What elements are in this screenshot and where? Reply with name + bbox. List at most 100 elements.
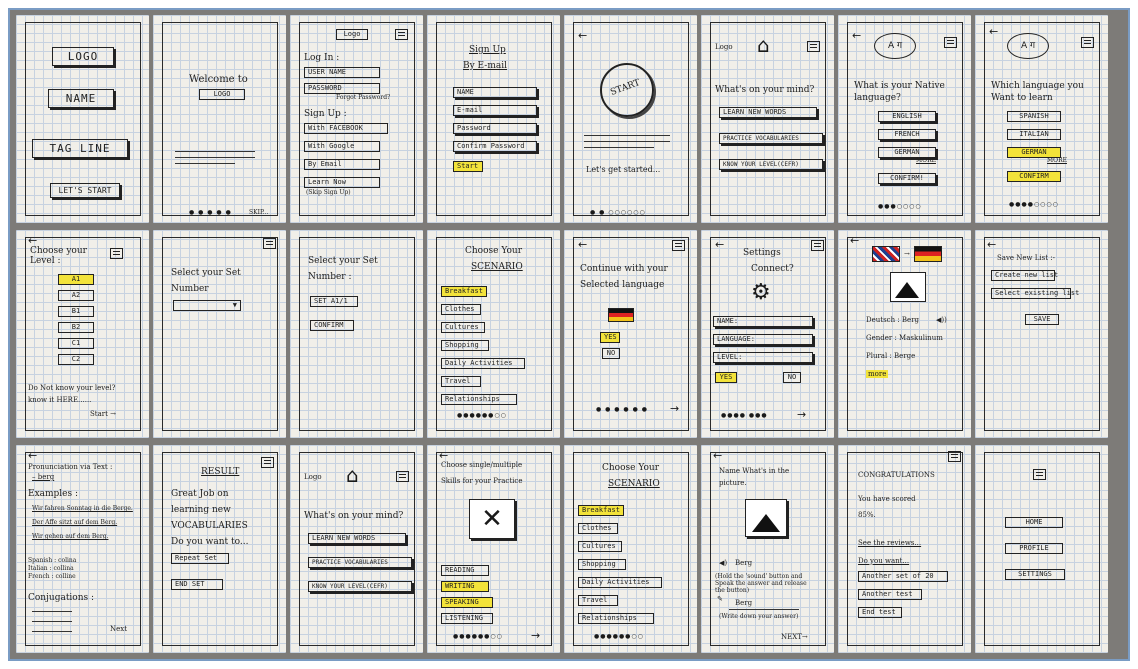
level-c2[interactable]: C2 bbox=[58, 354, 94, 365]
home-icon[interactable]: ⌂ bbox=[757, 33, 770, 57]
practice-vocabularies-button[interactable]: PRACTICE VOCABULARIES bbox=[719, 133, 823, 144]
spanish-option[interactable]: SPANISH bbox=[1007, 111, 1061, 122]
skip-link[interactable]: SKIP... bbox=[249, 209, 269, 216]
username-field[interactable]: USER NAME bbox=[304, 67, 380, 78]
home-icon[interactable]: ⌂ bbox=[346, 463, 359, 487]
learn-now-button[interactable]: Learn Now bbox=[304, 177, 380, 188]
menu-icon[interactable] bbox=[110, 248, 123, 259]
back-arrow-icon[interactable]: ← bbox=[989, 25, 998, 38]
learn-new-words-button[interactable]: LEARN NEW WORDS bbox=[308, 533, 406, 544]
confirm-button[interactable]: CONFIRM! bbox=[878, 173, 936, 184]
know-it-here-link[interactable]: know it HERE...... bbox=[28, 396, 91, 404]
menu-icon[interactable] bbox=[948, 451, 961, 462]
next-link[interactable]: NEXT→ bbox=[781, 633, 808, 641]
repeat-set-button[interactable]: Repeat Set bbox=[171, 553, 229, 564]
yes-button[interactable]: YES bbox=[715, 372, 737, 383]
next-arrow-icon[interactable]: → bbox=[670, 402, 679, 415]
level-b1[interactable]: B1 bbox=[58, 306, 94, 317]
menu-icon[interactable] bbox=[263, 238, 276, 249]
password-field[interactable]: Password bbox=[453, 123, 537, 134]
scenario-relationships[interactable]: Relationships bbox=[441, 394, 517, 405]
confirm-password-field[interactable]: Confirm Password bbox=[453, 141, 537, 152]
scenario-clothes[interactable]: Clothes bbox=[441, 304, 481, 315]
next-link[interactable]: Next bbox=[110, 625, 127, 633]
yes-button[interactable]: YES bbox=[600, 332, 620, 343]
french-option[interactable]: FRENCH bbox=[878, 129, 936, 140]
back-arrow-icon[interactable]: ← bbox=[578, 29, 587, 42]
menu-icon[interactable] bbox=[261, 457, 274, 468]
lets-start-button[interactable]: LET'S START bbox=[50, 183, 120, 198]
more-link[interactable]: MORE bbox=[916, 157, 936, 164]
scenario-travel[interactable]: Travel bbox=[441, 376, 481, 387]
italian-option[interactable]: ITALIAN bbox=[1007, 129, 1061, 140]
pencil-icon[interactable]: ✎ bbox=[717, 595, 723, 603]
start-link[interactable]: Start → bbox=[90, 410, 116, 418]
menu-icon[interactable] bbox=[396, 471, 409, 482]
email-button[interactable]: By Email bbox=[304, 159, 380, 170]
create-list-button[interactable]: Create new list bbox=[991, 270, 1058, 281]
scenario-travel[interactable]: Travel bbox=[578, 595, 618, 606]
level-field[interactable]: LEVEL: bbox=[713, 352, 813, 363]
back-arrow-icon[interactable]: ← bbox=[987, 238, 996, 251]
another-test-button[interactable]: Another test bbox=[858, 589, 922, 600]
skill-reading[interactable]: READING bbox=[441, 565, 489, 576]
password-field[interactable]: PASSWORD bbox=[304, 83, 380, 94]
confirm-button[interactable]: CONFIRM bbox=[310, 320, 354, 331]
level-c1[interactable]: C1 bbox=[58, 338, 94, 349]
forgot-password-link[interactable]: Forgot Password? bbox=[336, 94, 390, 101]
no-button[interactable]: NO bbox=[783, 372, 801, 383]
menu-icon[interactable] bbox=[944, 37, 957, 48]
scenario-relationships[interactable]: Relationships bbox=[578, 613, 654, 624]
select-list-button[interactable]: Select existing list bbox=[991, 288, 1079, 299]
scenario-cultures[interactable]: Cultures bbox=[441, 322, 485, 333]
no-button[interactable]: NO bbox=[602, 348, 620, 359]
english-option[interactable]: ENGLISH bbox=[878, 111, 936, 122]
scenario-breakfast[interactable]: Breakfast bbox=[441, 286, 487, 297]
practice-vocabularies-button[interactable]: PRACTICE VOCABULARIES bbox=[308, 557, 412, 568]
name-field[interactable]: NAME bbox=[453, 87, 537, 98]
save-button[interactable]: SAVE bbox=[1025, 314, 1059, 325]
learn-new-words-button[interactable]: LEARN NEW WORDS bbox=[719, 107, 817, 118]
back-arrow-icon[interactable]: ← bbox=[850, 234, 859, 247]
level-a2[interactable]: A2 bbox=[58, 290, 94, 301]
settings-button[interactable]: SETTINGS bbox=[1005, 569, 1065, 580]
another-set-button[interactable]: Another set of 20 bbox=[858, 571, 948, 582]
scenario-daily-activities[interactable]: Daily Activities bbox=[441, 358, 525, 369]
menu-icon[interactable] bbox=[1081, 37, 1094, 48]
end-set-button[interactable]: END SET bbox=[171, 579, 223, 590]
menu-icon[interactable] bbox=[395, 29, 408, 40]
know-level-button[interactable]: KNOW YOUR LEVEL(CEFR) bbox=[719, 159, 823, 170]
scenario-shopping[interactable]: Shopping bbox=[578, 559, 626, 570]
more-link[interactable]: more bbox=[866, 370, 889, 378]
confirm-button[interactable]: CONFIRM bbox=[1007, 171, 1061, 182]
email-field[interactable]: E-mail bbox=[453, 105, 537, 116]
know-level-button[interactable]: KNOW YOUR LEVEL(CEFR) bbox=[308, 581, 412, 592]
more-link[interactable]: MORE bbox=[1047, 157, 1067, 164]
skill-speaking[interactable]: SPEAKING bbox=[441, 597, 493, 608]
language-field[interactable]: LANGUAGE: bbox=[713, 334, 813, 345]
home-button[interactable]: HOME bbox=[1005, 517, 1063, 528]
menu-icon[interactable] bbox=[672, 240, 685, 251]
skill-writing[interactable]: WRITING bbox=[441, 581, 489, 592]
menu-icon[interactable] bbox=[811, 240, 824, 251]
back-arrow-icon[interactable]: ← bbox=[715, 238, 724, 251]
level-a1[interactable]: A1 bbox=[58, 274, 94, 285]
back-arrow-icon[interactable]: ← bbox=[852, 29, 861, 42]
skip-signup-link[interactable]: (Skip Sign Up) bbox=[306, 189, 351, 196]
back-arrow-icon[interactable]: ← bbox=[28, 449, 37, 462]
next-arrow-icon[interactable]: → bbox=[531, 629, 540, 642]
set-a1-option[interactable]: SET A1/1 bbox=[310, 296, 358, 307]
skill-listening[interactable]: LISTENING bbox=[441, 613, 493, 624]
scenario-shopping[interactable]: Shopping bbox=[441, 340, 489, 351]
scenario-breakfast[interactable]: Breakfast bbox=[578, 505, 624, 516]
name-field[interactable]: NAME: bbox=[713, 316, 813, 327]
menu-icon[interactable] bbox=[807, 41, 820, 52]
level-b2[interactable]: B2 bbox=[58, 322, 94, 333]
facebook-button[interactable]: With FACEBOOK bbox=[304, 123, 388, 134]
profile-button[interactable]: PROFILE bbox=[1005, 543, 1063, 554]
back-arrow-icon[interactable]: ← bbox=[713, 449, 722, 462]
next-arrow-icon[interactable]: → bbox=[797, 408, 806, 421]
set-number-dropdown[interactable]: ▼ bbox=[173, 300, 241, 311]
speaker-icon[interactable]: ◀)) bbox=[936, 316, 947, 324]
see-reviews-link[interactable]: See the reviews... bbox=[858, 539, 921, 547]
